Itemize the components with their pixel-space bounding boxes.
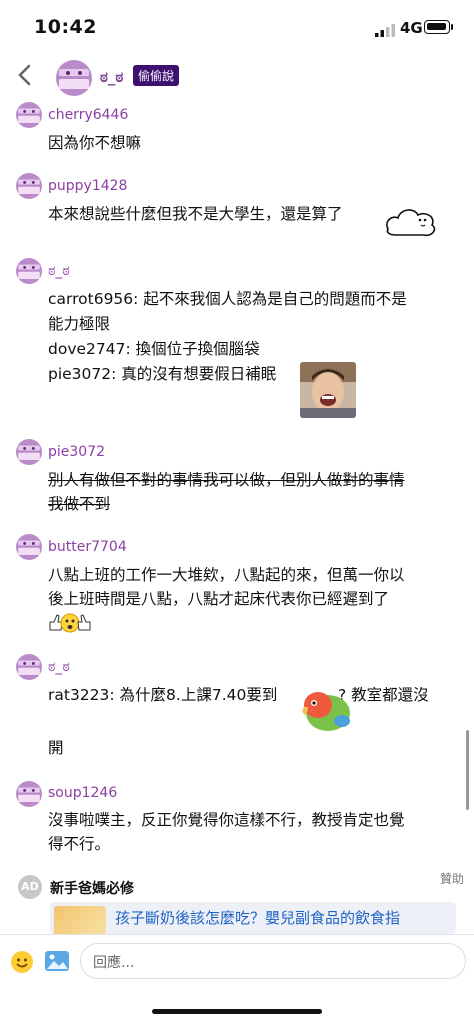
comment-text: 八點上班的工作一大堆欸，八點起的來，但萬一你以 [48, 566, 405, 584]
sponsored-tag: 贊助 [440, 872, 465, 886]
comment-username[interactable]: soup1246 [48, 785, 117, 801]
parrot-sticker-icon [302, 692, 350, 731]
comment-text: carrot6956: 起不來我個人認為是自己的問題而不是 [48, 290, 407, 308]
avatar-icon[interactable] [16, 258, 42, 284]
avatar-icon[interactable] [16, 173, 42, 199]
avatar-icon[interactable] [16, 102, 42, 128]
avatar-icon[interactable] [16, 534, 42, 560]
comment-text: dove2747: 換個位子換個腦袋 [48, 340, 260, 358]
ad-card[interactable]: 孩子斷奶後該怎麼吃？嬰兒副食品的飲食指 [50, 902, 456, 934]
topbar: ಠ_ಠ 偷偷說 [0, 58, 474, 98]
avatar-icon[interactable] [56, 60, 92, 96]
comment-username[interactable]: ಠ_ಠ [48, 263, 70, 279]
comment-text: 開 [48, 739, 64, 757]
poster-name[interactable]: ಠ_ಠ [100, 68, 123, 86]
ad-thumbnail[interactable] [54, 906, 106, 934]
thumbs-up-emoji-icon [49, 613, 91, 633]
comment-text: rat3223: 為什麼8.上課7.40要到 [48, 686, 278, 704]
chevron-left-icon[interactable] [14, 62, 38, 88]
comment-text: pie3072: 真的沒有想要假日補眠 [48, 365, 277, 383]
comment-username[interactable]: butter7704 [48, 539, 127, 555]
reply-composer: 回應... [0, 934, 474, 995]
ad-avatar[interactable]: AD [18, 875, 42, 899]
cloud-sticker-icon [386, 209, 436, 237]
battery-icon [424, 20, 453, 34]
comment-text: 我做不到 [48, 495, 111, 513]
avatar-icon[interactable] [16, 781, 42, 807]
comment-username[interactable]: cherry6446 [48, 107, 128, 123]
comment-text: 後上班時間是八點，八點才起床代表你已經遲到了 [48, 590, 390, 608]
comment-text: 因為你不想嘛 [48, 134, 142, 152]
comment-text: 沒事啦噗主，反正你覺得你這樣不行，教授肯定也覺 [48, 811, 405, 829]
laughing-person-photo[interactable] [300, 362, 356, 418]
avatar-icon[interactable] [16, 654, 42, 680]
signal-icon [375, 24, 395, 37]
comment-text: 能力極限 [48, 315, 111, 333]
anonymous-badge: 偷偷說 [133, 65, 180, 86]
smiley-icon[interactable] [10, 950, 34, 974]
status-time: 10:42 [34, 16, 97, 38]
reply-placeholder: 回應... [93, 955, 135, 971]
comment-username[interactable]: pie3072 [48, 444, 105, 460]
comment-text: 得不行。 [48, 835, 111, 853]
network-label: 4G [400, 19, 423, 37]
comment-username[interactable]: ಠ_ಠ [48, 659, 70, 675]
image-icon[interactable] [44, 949, 70, 973]
scrollbar[interactable] [466, 730, 469, 810]
ad-source[interactable]: 新手爸媽必修 [50, 878, 134, 898]
comment-username[interactable]: puppy1428 [48, 178, 127, 194]
comment-text: 本來想說些什麼但我不是大學生，還是算了 [48, 205, 343, 223]
ad-title[interactable]: 孩子斷奶後該怎麼吃？嬰兒副食品的飲食指 [115, 907, 400, 928]
status-bar: 10:42 4G [0, 0, 474, 58]
reply-input[interactable]: 回應... [80, 943, 466, 979]
avatar-icon[interactable] [16, 439, 42, 465]
home-indicator[interactable] [152, 1009, 322, 1014]
comment-text: 別人有做但不對的事情我可以做，但別人做對的事情 [48, 471, 405, 489]
